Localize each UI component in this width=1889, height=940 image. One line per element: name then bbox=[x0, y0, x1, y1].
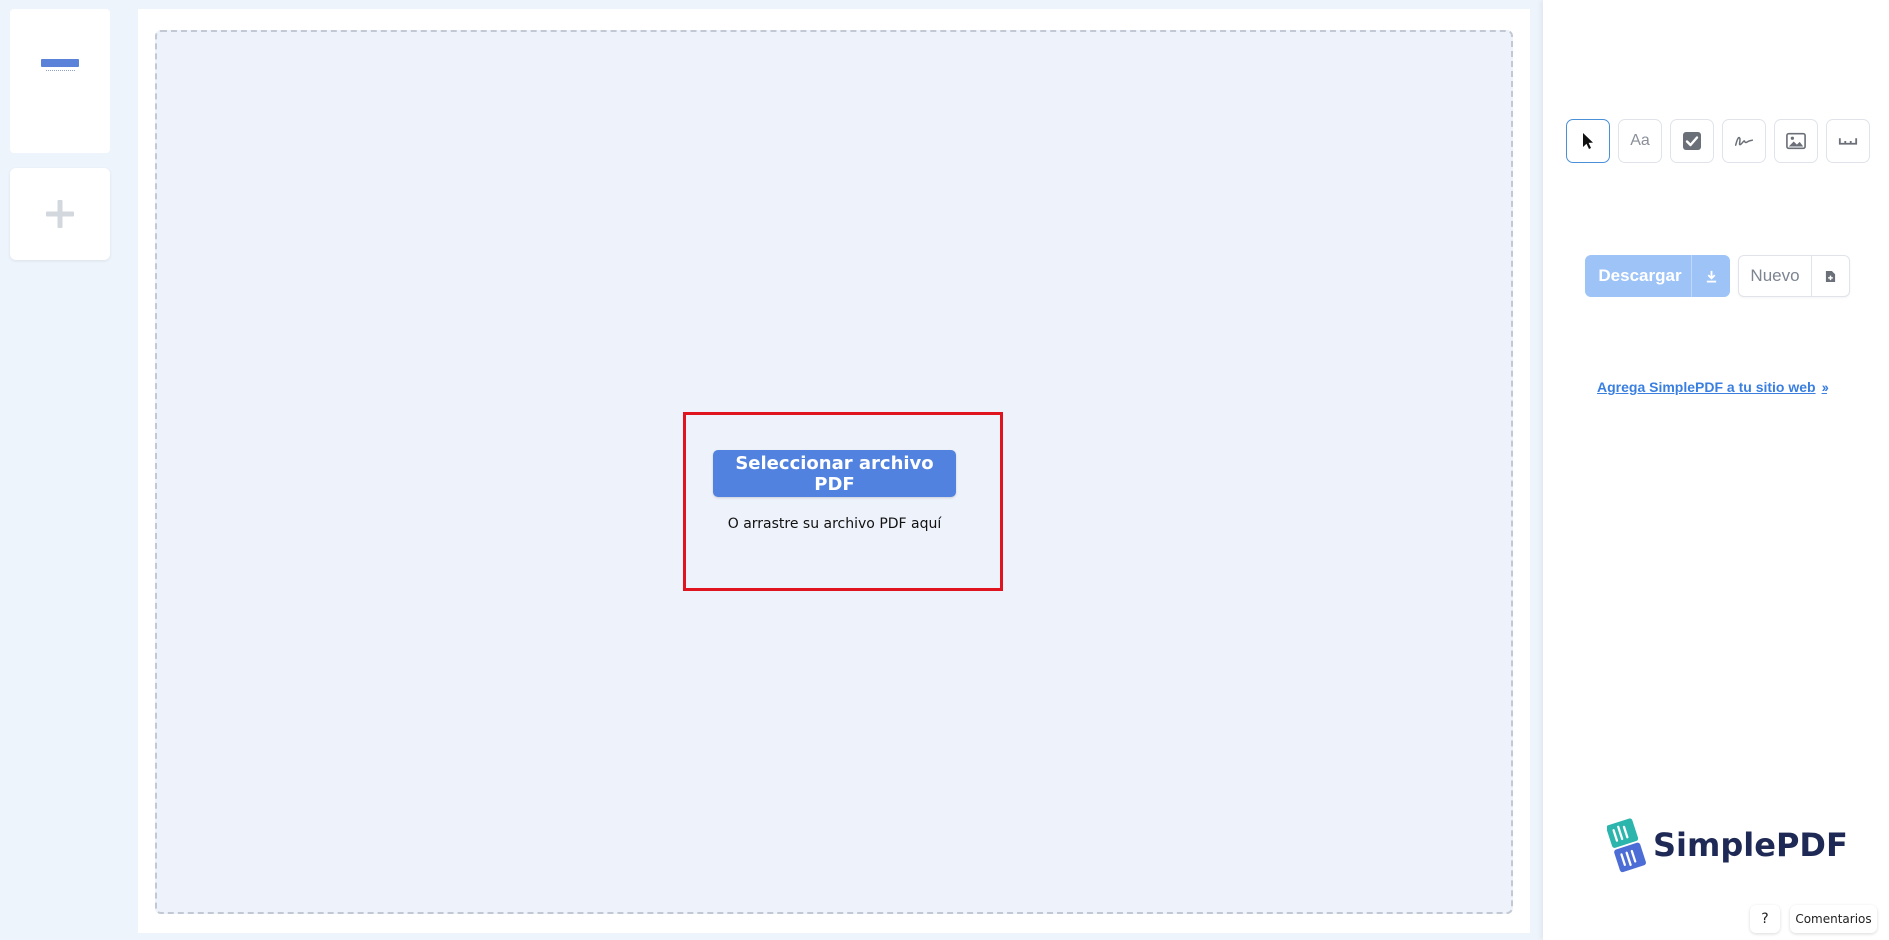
download-label: Descargar bbox=[1598, 266, 1682, 285]
embed-simplepdf-link[interactable]: Agrega SimplePDF a tu sitio web ›› bbox=[1597, 379, 1829, 395]
image-icon bbox=[1786, 132, 1806, 150]
thumbnail-button-preview bbox=[41, 59, 79, 67]
plus-icon bbox=[46, 200, 74, 228]
new-document-group: Nuevo bbox=[1738, 255, 1850, 297]
text-tool-button[interactable]: Aa bbox=[1618, 119, 1662, 163]
select-tool-button[interactable] bbox=[1566, 119, 1610, 163]
download-icon bbox=[1691, 255, 1730, 297]
checkbox-icon bbox=[1683, 132, 1701, 150]
help-button[interactable]: ? bbox=[1750, 905, 1780, 933]
image-tool-button[interactable] bbox=[1774, 119, 1818, 163]
new-document-button[interactable]: Nuevo bbox=[1739, 266, 1811, 286]
select-pdf-button[interactable]: Seleccionar archivo PDF bbox=[713, 450, 956, 497]
embed-link-label: Agrega SimplePDF a tu sitio web bbox=[1597, 379, 1816, 395]
add-page-button[interactable] bbox=[10, 168, 110, 260]
thumbnail-sidebar bbox=[0, 0, 128, 940]
signature-icon bbox=[1734, 136, 1754, 146]
page-thumbnail[interactable] bbox=[10, 9, 110, 153]
space-tool-button[interactable] bbox=[1826, 119, 1870, 163]
text-icon: Aa bbox=[1630, 132, 1650, 149]
cursor-icon bbox=[1583, 133, 1593, 149]
chevron-right-icon: ›› bbox=[1821, 379, 1829, 395]
new-file-icon bbox=[1825, 270, 1836, 282]
download-button[interactable]: Descargar bbox=[1585, 255, 1730, 297]
feedback-button[interactable]: Comentarios bbox=[1790, 905, 1877, 933]
checkbox-tool-button[interactable] bbox=[1670, 119, 1714, 163]
upload-highlight-box bbox=[683, 412, 1003, 591]
drag-hint-text: O arrastre su archivo PDF aquí bbox=[727, 516, 942, 532]
new-file-button[interactable] bbox=[1811, 256, 1849, 296]
right-panel: Aa Descargar Nuevo Agrega SimplePDF a tu… bbox=[1543, 0, 1889, 940]
simplepdf-logo-icon bbox=[1607, 818, 1646, 873]
tool-palette: Aa bbox=[1566, 119, 1870, 163]
brand-name: SimplePDF bbox=[1653, 826, 1848, 864]
space-icon bbox=[1838, 138, 1858, 145]
thumbnail-text-preview bbox=[46, 70, 75, 73]
download-actions: Descargar Nuevo bbox=[1585, 255, 1850, 297]
signature-tool-button[interactable] bbox=[1722, 119, 1766, 163]
brand-logo: SimplePDF bbox=[1607, 815, 1848, 875]
